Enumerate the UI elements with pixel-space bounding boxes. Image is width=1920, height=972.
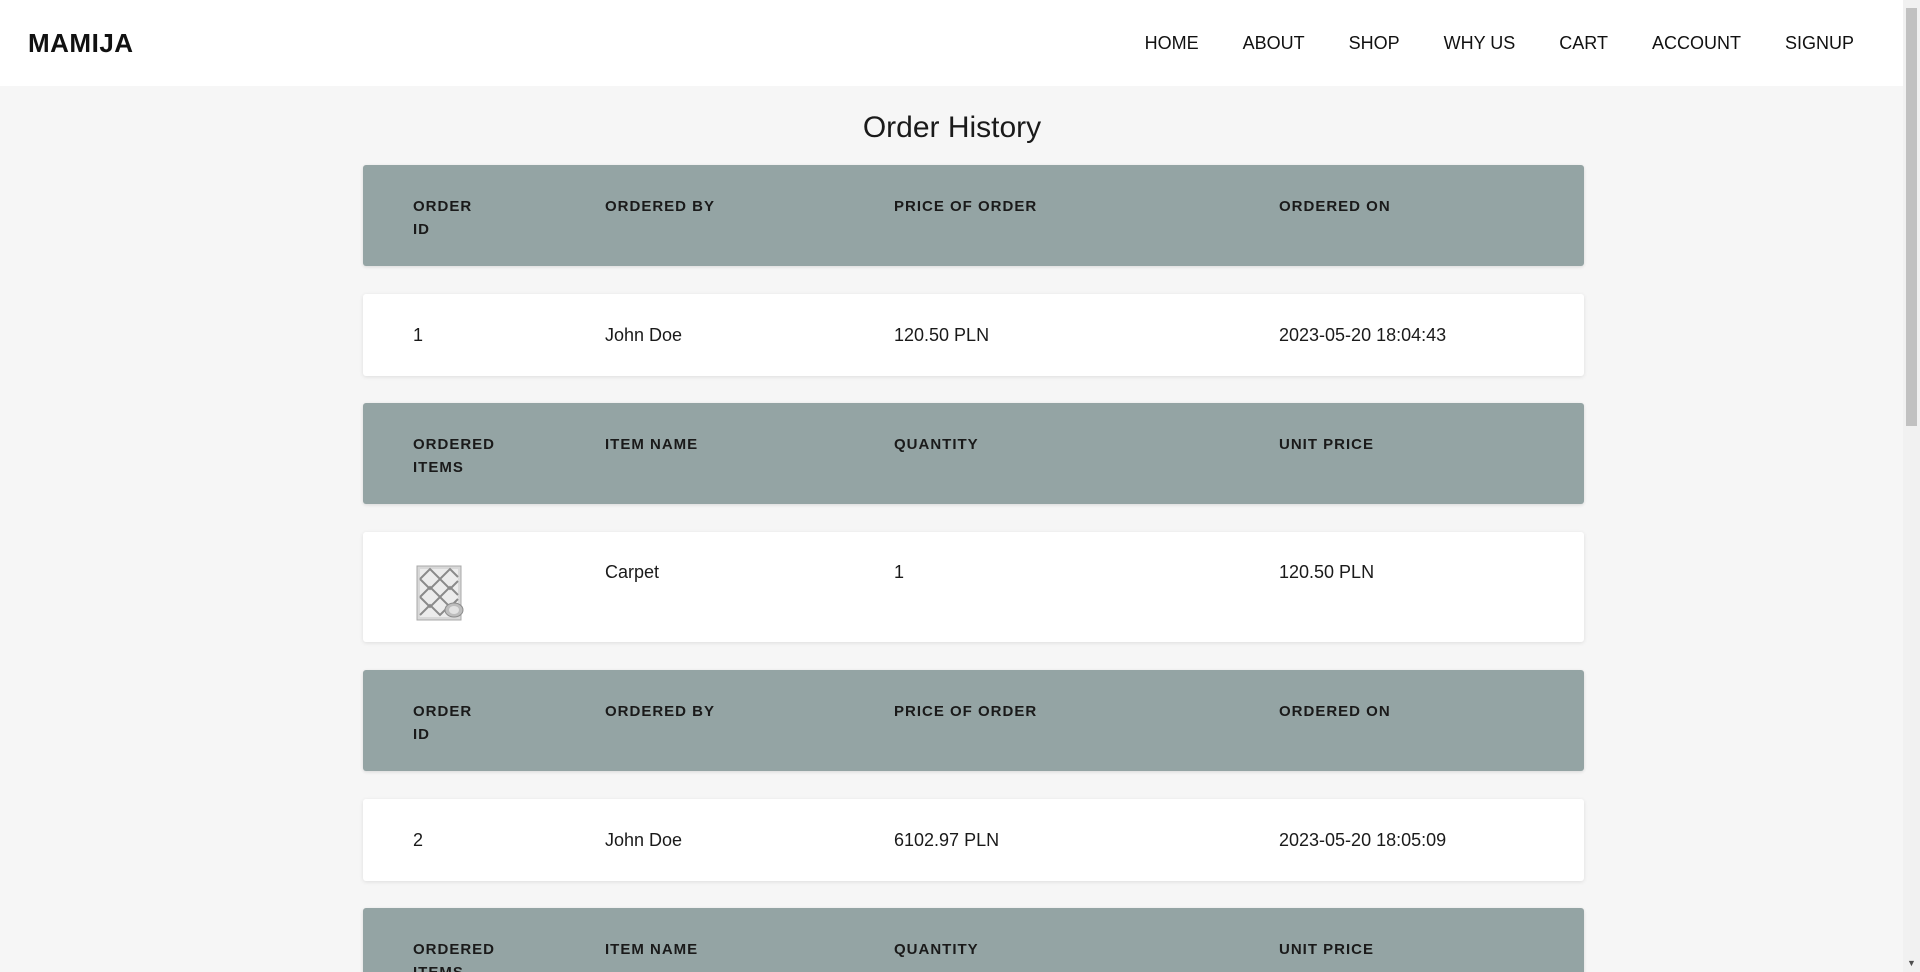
vertical-scrollbar[interactable]: ▼ [1903,0,1920,972]
unit-price-header: UNIT PRICE [1279,436,1375,453]
order-price: 120.50 PLN [894,324,990,345]
carpet-thumbnail-icon [416,565,464,621]
order-list: ORDER ID ORDERED BY PRICE OF ORDER ORDER… [363,165,1584,972]
scroll-down-arrow-icon[interactable]: ▼ [1907,959,1916,968]
ordered-by-header: ORDERED BY [605,703,716,720]
nav-cart-link[interactable]: CART [1537,33,1630,54]
ordered-on-header: ORDERED ON [1279,703,1391,720]
quantity-header: QUANTITY [894,436,979,453]
quantity-header: QUANTITY [894,941,979,958]
item-name: Carpet [605,562,660,582]
price-of-order-header: PRICE OF ORDER [894,703,1038,720]
item-name-header: ITEM NAME [605,941,699,958]
nav-why-us-link[interactable]: WHY US [1422,33,1538,54]
ordered-items-header: ORDERED ITEMS [413,941,496,972]
brand-logo[interactable]: MAMIJA [28,28,134,59]
order-header-row: ORDER ID ORDERED BY PRICE OF ORDER ORDER… [363,670,1584,771]
ordered-by: John Doe [605,829,683,850]
order-header-row: ORDER ID ORDERED BY PRICE OF ORDER ORDER… [363,165,1584,266]
ordered-items-header: ORDERED ITEMS [413,436,496,476]
items-header-row: ORDERED ITEMS ITEM NAME QUANTITY UNIT PR… [363,403,1584,504]
page-title: Order History [862,111,1042,144]
unit-price-header: UNIT PRICE [1279,941,1375,958]
ordered-on: 2023-05-20 18:04:43 [1279,324,1447,345]
item-name-header: ITEM NAME [605,436,699,453]
scrollbar-thumb[interactable] [1906,8,1917,426]
order-price: 6102.97 PLN [894,829,1000,850]
order-id: 2 [413,829,424,850]
ordered-by-header: ORDERED BY [605,198,716,215]
order-row: 2 John Doe 6102.97 PLN 2023-05-20 18:05:… [363,799,1584,881]
order-row: 1 John Doe 120.50 PLN 2023-05-20 18:04:4… [363,294,1584,376]
nav-home-link[interactable]: HOME [1123,33,1221,54]
nav-account-link[interactable]: ACCOUNT [1630,33,1763,54]
item-thumbnail[interactable] [413,562,605,642]
price-of-order-header: PRICE OF ORDER [894,198,1038,215]
item-quantity: 1 [894,562,905,582]
ordered-on-header: ORDERED ON [1279,198,1391,215]
ordered-on: 2023-05-20 18:05:09 [1279,829,1447,850]
nav-links: HOME ABOUT SHOP WHY US CART ACCOUNT SIGN… [1123,33,1854,54]
nav-signup-link[interactable]: SIGNUP [1763,33,1854,54]
nav-shop-link[interactable]: SHOP [1327,33,1422,54]
nav-about-link[interactable]: ABOUT [1221,33,1327,54]
item-unit-price: 120.50 PLN [1279,562,1375,582]
order-id-header: ORDER ID [413,198,473,238]
item-row: Carpet 1 120.50 PLN [363,532,1584,642]
ordered-by: John Doe [605,324,683,345]
order-id: 1 [413,324,424,345]
order-id-header: ORDER ID [413,703,473,743]
items-header-row: ORDERED ITEMS ITEM NAME QUANTITY UNIT PR… [363,908,1584,972]
navbar: MAMIJA HOME ABOUT SHOP WHY US CART ACCOU… [0,0,1920,86]
